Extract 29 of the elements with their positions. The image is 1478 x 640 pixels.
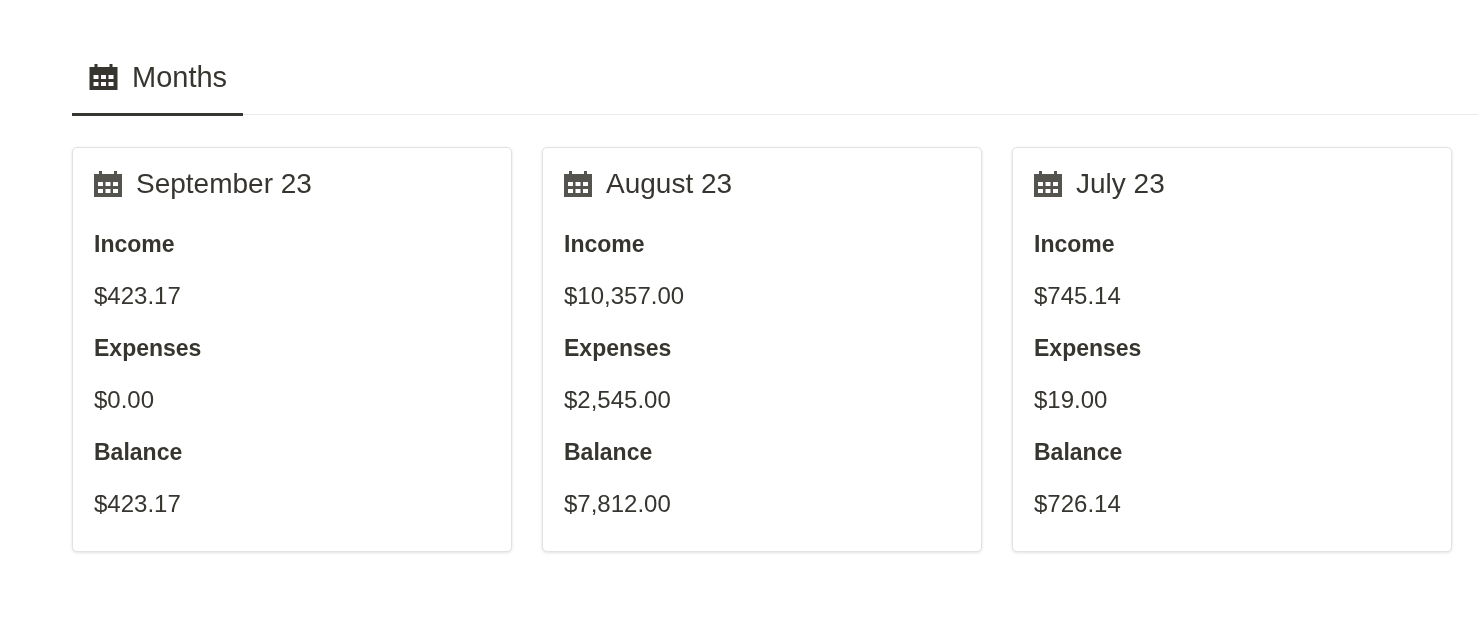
field-value: $0.00 — [94, 386, 155, 414]
month-card[interactable]: September 23 Income $423.17 Expenses $0.00 Balance $423.17 — [72, 147, 512, 552]
field-value: $10,357.00 — [564, 282, 685, 310]
field-label: Income — [564, 230, 645, 258]
calendar-icon — [94, 171, 122, 197]
card-title: July 23 — [1076, 169, 1165, 199]
field-value: $19.00 — [1034, 386, 1108, 414]
card-title: September 23 — [136, 169, 312, 199]
field-value: $7,812.00 — [564, 490, 671, 518]
field-label: Income — [94, 230, 175, 258]
field-value: $423.17 — [94, 282, 181, 310]
field-value: $745.14 — [1034, 282, 1121, 310]
months-tab[interactable]: Months — [72, 59, 244, 116]
field-label: Expenses — [1034, 334, 1142, 362]
card-title: August 23 — [606, 169, 733, 199]
field-label: Expenses — [94, 334, 202, 362]
field-value: $423.17 — [94, 490, 181, 518]
field-label: Expenses — [564, 334, 672, 362]
field-label: Balance — [1034, 438, 1123, 466]
field-value: $726.14 — [1034, 490, 1121, 518]
field-label: Income — [1034, 230, 1115, 258]
calendar-icon — [89, 64, 118, 90]
month-card[interactable]: July 23 Income $745.14 Expenses $19.00 Balance $726.14 — [1012, 147, 1452, 552]
field-label: Balance — [94, 438, 183, 466]
calendar-icon — [1034, 171, 1062, 197]
calendar-icon — [564, 171, 592, 197]
month-card[interactable]: August 23 Income $10,357.00 Expenses $2,545.00 Balance $7,812.00 — [542, 147, 982, 552]
field-label: Balance — [564, 438, 653, 466]
field-value: $2,545.00 — [564, 386, 671, 414]
